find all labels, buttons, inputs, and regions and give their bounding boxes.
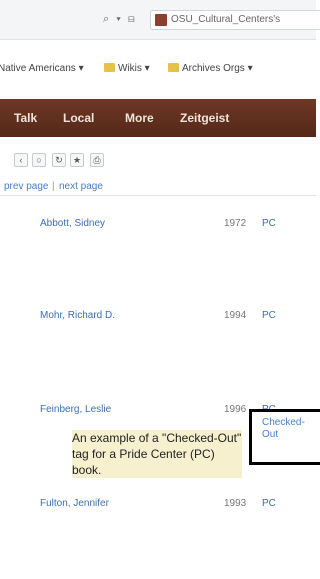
result-toolbar: ‹ ○ ↻ ★ ⎙ xyxy=(0,151,316,173)
next-page-link[interactable]: next page xyxy=(59,181,103,192)
site-nav-bar: Talk Local More Zeitgeist xyxy=(0,99,316,137)
nav-talk[interactable]: Talk xyxy=(14,111,37,125)
back-icon[interactable]: ‹ xyxy=(14,153,28,167)
record-name-link[interactable]: Feinberg, Leslie xyxy=(40,404,111,415)
bookmark-wikis-label: Wikis ▾ xyxy=(118,63,150,74)
browser-tab[interactable]: OSU_Cultural_Centers's xyxy=(150,10,320,30)
bookmark-native-americans[interactable]: Native Americans ▾ xyxy=(0,63,84,74)
tab-title: OSU_Cultural_Centers's xyxy=(171,14,281,25)
folder-icon xyxy=(168,63,179,72)
record-year: 1994 xyxy=(224,310,247,321)
browser-address-bar: ⌕ ▾ ⊟ OSU_Cultural_Centers's xyxy=(0,0,320,40)
prev-page-link[interactable]: prev page xyxy=(4,181,48,192)
bookmarks-bar: Native Americans ▾ Wikis ▾ Archives Orgs… xyxy=(0,57,316,81)
folder-icon xyxy=(104,63,115,72)
record-year: 1993 xyxy=(224,498,247,509)
record-year: 1996 xyxy=(224,404,247,415)
pager: prev page | next page xyxy=(0,178,316,196)
record-collection-link[interactable]: PC xyxy=(262,218,276,229)
address-controls[interactable]: ⌕ ▾ ⊟ xyxy=(103,13,137,26)
nav-local[interactable]: Local xyxy=(63,111,94,125)
record-collection-link[interactable]: PC xyxy=(262,310,276,321)
record-name-link[interactable]: Fulton, Jennifer xyxy=(40,498,109,509)
print-icon[interactable]: ⎙ xyxy=(90,153,104,167)
circle-icon[interactable]: ○ xyxy=(32,153,46,167)
record-name-link[interactable]: Abbott, Sidney xyxy=(40,218,105,229)
record-collection-link[interactable]: PC xyxy=(262,498,276,509)
record-year: 1972 xyxy=(224,218,247,229)
bookmark-archives-label: Archives Orgs ▾ xyxy=(182,63,253,74)
star-icon[interactable]: ★ xyxy=(70,153,84,167)
annotation-callout: An example of a "Checked-Out" tag for a … xyxy=(72,430,242,478)
nav-more[interactable]: More xyxy=(125,111,154,125)
record-name-link[interactable]: Mohr, Richard D. xyxy=(40,310,115,321)
refresh-icon[interactable]: ↻ xyxy=(52,153,66,167)
site-favicon-icon xyxy=(155,14,167,26)
bookmark-archives-orgs[interactable]: Archives Orgs ▾ xyxy=(168,63,253,74)
pager-separator: | xyxy=(52,181,55,192)
highlight-box xyxy=(249,409,320,465)
nav-zeitgeist[interactable]: Zeitgeist xyxy=(180,111,229,125)
bookmark-wikis[interactable]: Wikis ▾ xyxy=(104,63,150,74)
